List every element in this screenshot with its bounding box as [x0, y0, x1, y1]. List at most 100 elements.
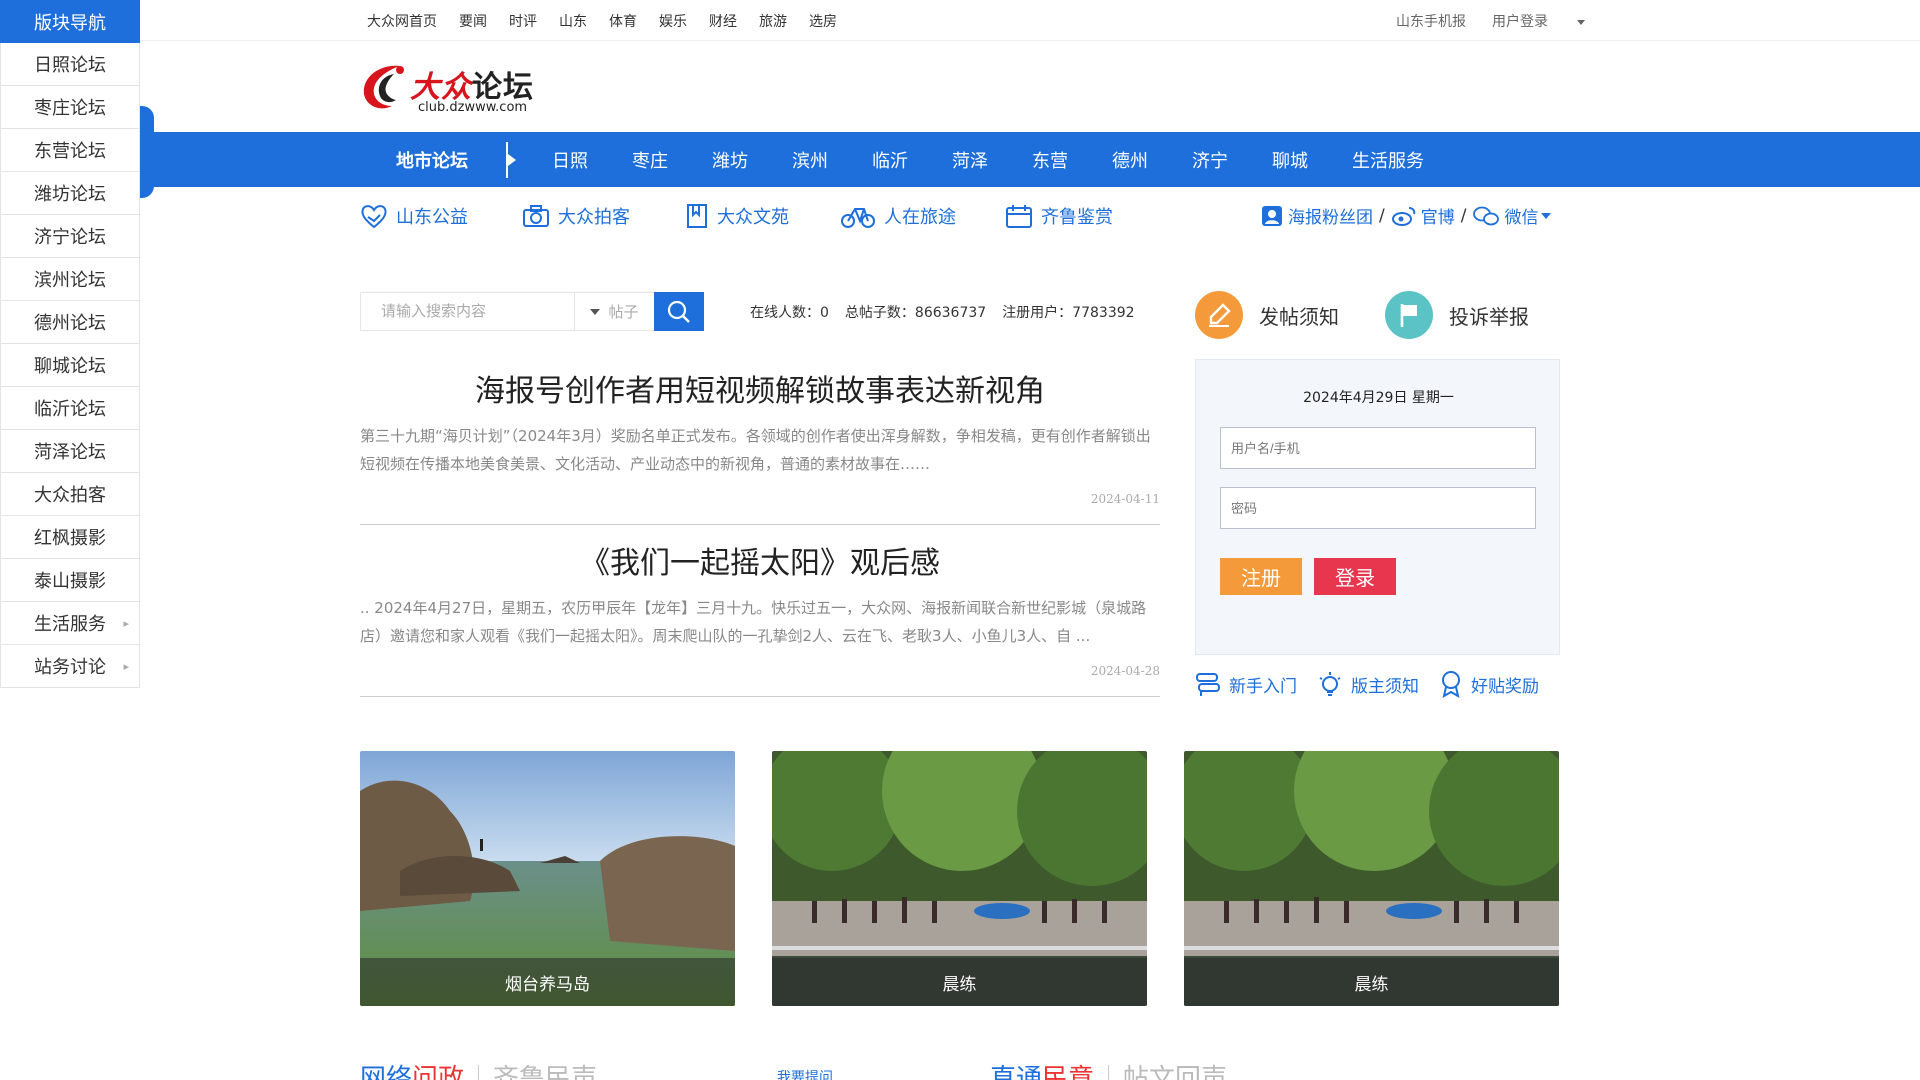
city-nav-link[interactable]: 日照: [552, 147, 588, 173]
quick-link-charity[interactable]: 山东公益: [360, 203, 468, 229]
edit-icon: [1195, 291, 1243, 339]
tab-zhitong-minyi[interactable]: 直通民意: [990, 1058, 1094, 1080]
sidebar-item[interactable]: 德州论坛: [0, 301, 140, 344]
photo-card-morning-exercise[interactable]: 晨练: [772, 751, 1147, 1006]
photo-card-island[interactable]: 烟台养马岛: [360, 751, 735, 1006]
photo-caption: 烟台养马岛: [360, 958, 735, 1006]
newbie-guide-link[interactable]: 新手入门: [1195, 670, 1297, 698]
ask-question-link[interactable]: 我要提问: [777, 1067, 833, 1080]
city-nav-link[interactable]: 聊城: [1272, 147, 1308, 173]
city-forum-main-link[interactable]: 地市论坛: [396, 147, 506, 173]
top-nav-link[interactable]: 体育: [609, 11, 637, 31]
photo-card-morning-exercise[interactable]: 晨练: [1184, 751, 1559, 1006]
article-item: 海报号创作者用短视频解锁故事表达新视角 第三十九期“海贝计划”（2024年3月）…: [360, 366, 1160, 525]
section-tabs-right: 直通民意 帖文回声: [990, 1058, 1227, 1080]
quick-link-travel[interactable]: 人在旅途: [840, 203, 956, 229]
city-nav-link[interactable]: 枣庄: [632, 147, 668, 173]
sidebar-item-label: 济宁论坛: [34, 227, 106, 248]
sidebar-item[interactable]: 东营论坛: [0, 129, 140, 172]
user-login-dropdown[interactable]: 用户登录: [1492, 11, 1585, 31]
site-logo[interactable]: 大众论坛 club.dzwww.com: [360, 60, 540, 116]
register-button[interactable]: 注册: [1220, 558, 1302, 595]
sidebar-item[interactable]: 站务讨论 ▸: [0, 645, 140, 688]
username-input[interactable]: [1220, 427, 1536, 469]
article-date: 2024-04-28: [1090, 664, 1160, 678]
report-link[interactable]: 投诉举报: [1385, 291, 1529, 339]
sidebar-item-label: 枣庄论坛: [34, 98, 106, 119]
city-nav-link[interactable]: 潍坊: [712, 147, 748, 173]
search-type-select[interactable]: 帖子: [574, 292, 654, 331]
wechat-icon: [1473, 206, 1500, 225]
login-button[interactable]: 登录: [1314, 558, 1396, 595]
flame-logo-icon: [363, 65, 404, 109]
sidebar-item-label: 聊城论坛: [34, 356, 106, 377]
city-nav-link[interactable]: 临沂: [872, 147, 908, 173]
article-divider: [360, 524, 1160, 525]
top-nav-link[interactable]: 财经: [709, 11, 737, 31]
sidebar-item[interactable]: 济宁论坛: [0, 215, 140, 258]
sidebar-item[interactable]: 聊城论坛: [0, 344, 140, 387]
sidebar-item[interactable]: 大众拍客: [0, 473, 140, 516]
sidebar-item-label: 红枫摄影: [34, 528, 106, 549]
mobile-news-link[interactable]: 山东手机报: [1396, 11, 1466, 31]
sidebar-item[interactable]: 滨州论坛: [0, 258, 140, 301]
haibao-fans-link[interactable]: 海报粉丝团: [1260, 203, 1373, 228]
city-nav-link[interactable]: 德州: [1112, 147, 1148, 173]
search-bar: 帖子: [360, 292, 704, 331]
weibo-link[interactable]: 官博: [1391, 203, 1455, 228]
sidebar-item[interactable]: 红枫摄影: [0, 516, 140, 559]
sidebar-item[interactable]: 泰山摄影: [0, 559, 140, 602]
sidebar-item-label: 潍坊论坛: [34, 184, 106, 205]
post-count: 总帖子数：86636737: [844, 305, 987, 321]
current-date: 2024年4月29日 星期一: [1303, 390, 1454, 406]
nav-divider-arrow-icon: [506, 141, 516, 178]
medal-icon: [1442, 671, 1460, 698]
weixin-dropdown[interactable]: 微信: [1472, 203, 1552, 228]
top-nav-link[interactable]: 选房: [809, 11, 837, 31]
city-nav-link[interactable]: 济宁: [1192, 147, 1228, 173]
post-rules-link[interactable]: 发帖须知: [1195, 291, 1339, 339]
good-post-reward-link[interactable]: 好贴奖励: [1439, 670, 1539, 698]
article-date: 2024-04-11: [1090, 492, 1160, 506]
sidebar-item-label: 东营论坛: [34, 141, 106, 162]
search-button[interactable]: [654, 292, 704, 331]
sidebar-item[interactable]: 生活服务 ▸: [0, 602, 140, 645]
quick-link-paike[interactable]: 大众拍客: [522, 203, 630, 229]
search-input[interactable]: [360, 292, 574, 331]
sidebar-item[interactable]: 临沂论坛: [0, 387, 140, 430]
sidebar-title: 版块导航: [0, 0, 140, 43]
article-title[interactable]: 《我们一起摇太阳》观后感: [360, 538, 1160, 582]
sidebar-item[interactable]: 潍坊论坛: [0, 172, 140, 215]
top-nav: 大众网首页 要闻 时评 山东 体育 娱乐 财经 旅游 选房: [367, 11, 859, 31]
top-nav-link[interactable]: 山东: [559, 11, 587, 31]
top-nav-link[interactable]: 要闻: [459, 11, 487, 31]
login-panel-header: 发帖须知 投诉举报: [1195, 291, 1595, 341]
chevron-right-icon: ▸: [123, 617, 129, 630]
quick-link-appraisal[interactable]: 齐鲁鉴赏: [1005, 203, 1113, 229]
city-nav-link[interactable]: 菏泽: [952, 147, 988, 173]
top-nav-link[interactable]: 大众网首页: [367, 11, 437, 31]
tab-qilu-minsheng[interactable]: 齐鲁民声: [493, 1058, 597, 1080]
help-links: 新手入门 版主须知 好贴奖励: [1195, 670, 1559, 698]
sidebar-item[interactable]: 菏泽论坛: [0, 430, 140, 473]
password-input[interactable]: [1220, 487, 1536, 529]
heart-hand-icon: [361, 205, 387, 229]
city-nav-link[interactable]: 东营: [1032, 147, 1068, 173]
sidebar-item-label: 大众拍客: [34, 485, 106, 506]
lightbulb-icon: [1319, 672, 1341, 696]
search-icon: [667, 300, 690, 323]
moderator-rules-link[interactable]: 版主须知: [1317, 670, 1419, 698]
top-nav-link[interactable]: 娱乐: [659, 11, 687, 31]
sidebar-item[interactable]: 日照论坛: [0, 43, 140, 86]
article-title[interactable]: 海报号创作者用短视频解锁故事表达新视角: [360, 366, 1160, 410]
city-nav-link[interactable]: 生活服务: [1352, 147, 1424, 173]
sidebar-item[interactable]: 枣庄论坛: [0, 86, 140, 129]
user-badge-icon: [1262, 205, 1282, 226]
tab-wangluo-wenzheng[interactable]: 网络问政: [360, 1058, 464, 1080]
user-count: 注册用户：7783392: [1002, 305, 1135, 321]
quick-link-wenyuan[interactable]: 大众文苑: [685, 203, 789, 229]
city-nav-link[interactable]: 滨州: [792, 147, 828, 173]
tab-tiewen-huisheng[interactable]: 帖文回声: [1123, 1058, 1227, 1080]
top-nav-link[interactable]: 时评: [509, 11, 537, 31]
top-nav-link[interactable]: 旅游: [759, 11, 787, 31]
